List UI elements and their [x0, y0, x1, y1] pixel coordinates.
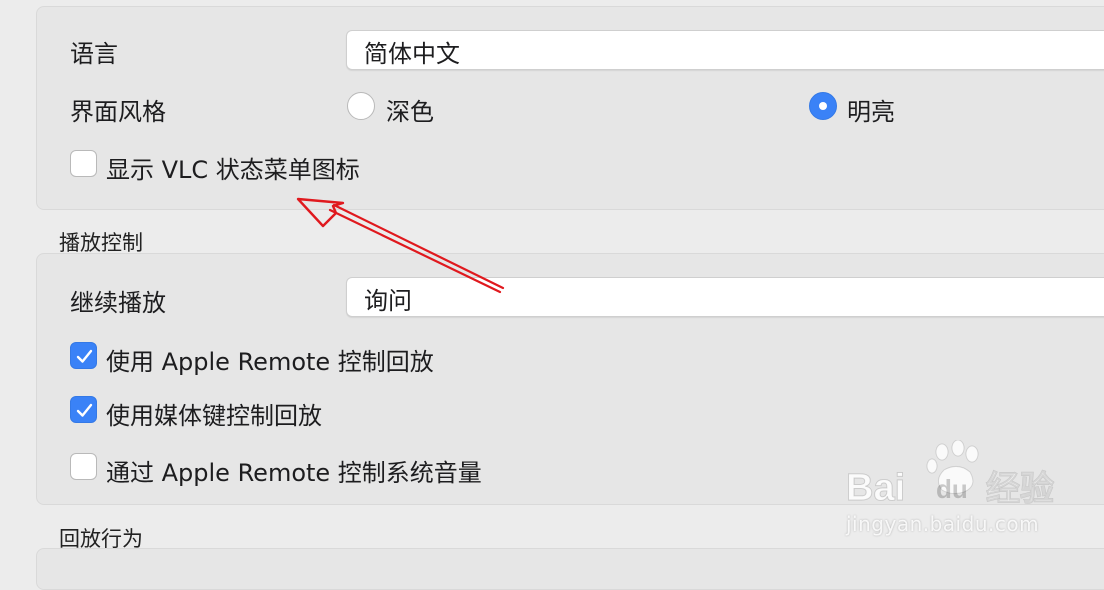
svg-text:Bai: Bai: [846, 467, 905, 509]
svg-text:经验: 经验: [986, 469, 1054, 509]
baidu-watermark-logo-icon: Bai du 经验: [846, 440, 1055, 510]
watermark-url: jingyan.baidu.com: [846, 512, 1040, 536]
svg-text:du: du: [936, 474, 968, 504]
